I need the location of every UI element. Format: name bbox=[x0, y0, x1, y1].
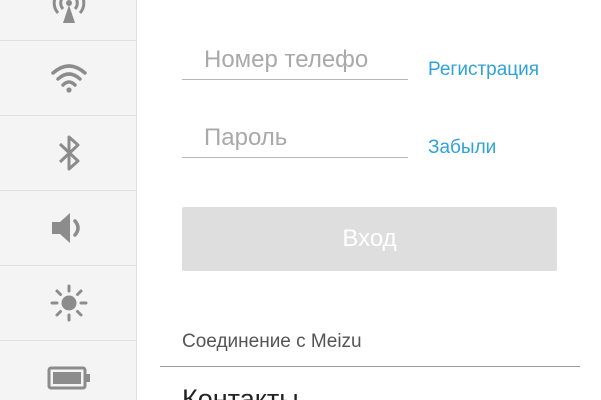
password-input[interactable] bbox=[182, 118, 408, 157]
volume-icon bbox=[51, 213, 80, 243]
antenna-icon bbox=[52, 0, 85, 23]
bluetooth-icon bbox=[58, 135, 79, 171]
register-link[interactable]: Регистрация bbox=[428, 59, 539, 81]
sidebar-item-volume[interactable] bbox=[0, 191, 137, 266]
forgot-password-link[interactable]: Забыли bbox=[428, 137, 496, 159]
sidebar-item-brightness[interactable] bbox=[0, 266, 137, 341]
quick-settings-sidebar bbox=[0, 0, 137, 400]
phone-input[interactable] bbox=[182, 40, 408, 79]
sidebar-item-signal[interactable] bbox=[0, 0, 137, 41]
wifi-icon bbox=[50, 64, 87, 93]
password-field[interactable] bbox=[182, 118, 408, 158]
sidebar-item-wifi[interactable] bbox=[0, 41, 137, 116]
phone-field[interactable] bbox=[182, 40, 408, 80]
battery-icon bbox=[47, 366, 90, 390]
login-button[interactable]: Вход bbox=[182, 207, 557, 271]
section-title: Соединение с Meizu bbox=[182, 331, 362, 352]
contacts-item[interactable]: Контакты bbox=[182, 384, 299, 400]
section-divider bbox=[160, 366, 580, 367]
sidebar-item-bluetooth[interactable] bbox=[0, 116, 137, 191]
brightness-icon bbox=[50, 284, 87, 322]
sidebar-item-battery[interactable] bbox=[0, 341, 137, 400]
